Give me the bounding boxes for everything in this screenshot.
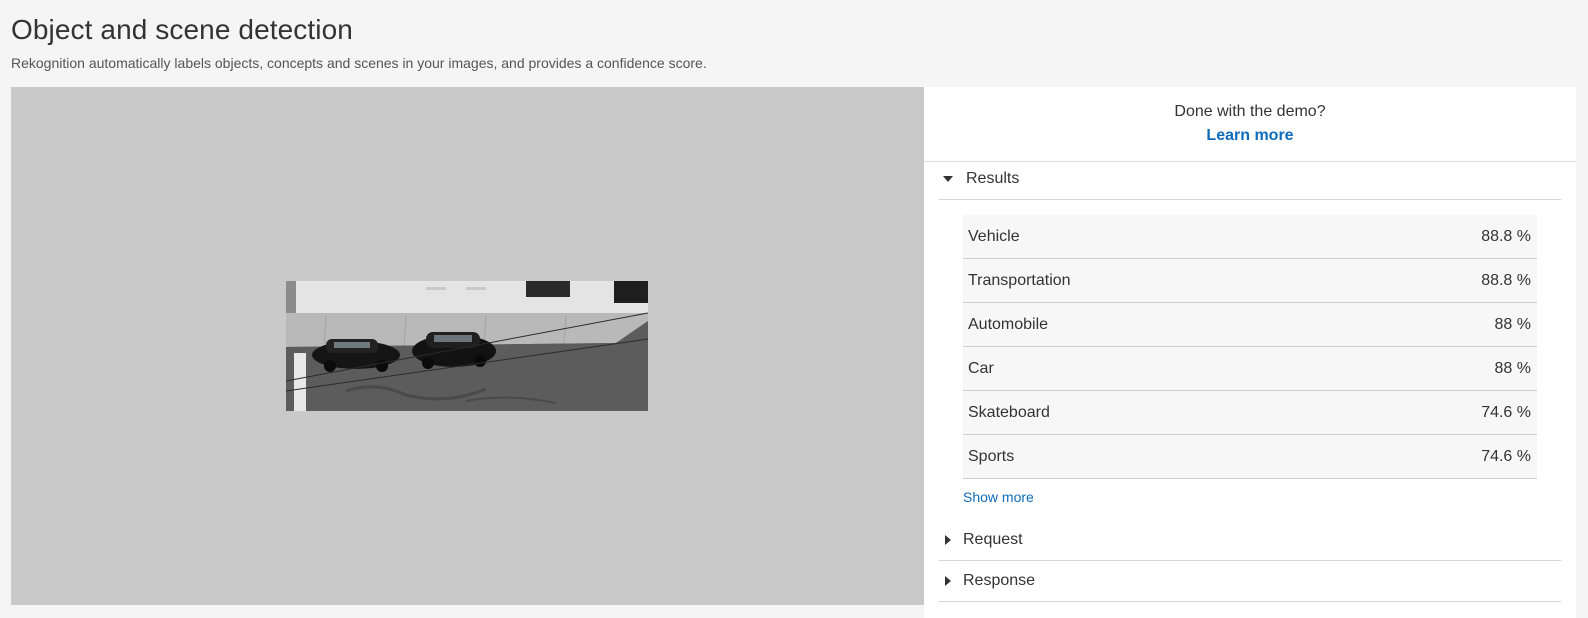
caret-down-icon xyxy=(943,176,953,182)
page-subtitle: Rekognition automatically labels objects… xyxy=(11,55,707,71)
page-title: Object and scene detection xyxy=(11,14,353,45)
caret-right-icon xyxy=(945,535,951,545)
done-with-demo-block: Done with the demo? Learn more xyxy=(924,87,1576,162)
result-row: Transportation 88.8 % xyxy=(963,259,1537,303)
results-section-label: Results xyxy=(966,170,1020,187)
result-row: Skateboard 74.6 % xyxy=(963,391,1537,435)
result-confidence: 74.6 % xyxy=(1481,403,1531,421)
result-row: Sports 74.6 % xyxy=(963,435,1537,479)
result-row: Car 88 % xyxy=(963,347,1537,391)
result-confidence: 88 % xyxy=(1494,359,1531,377)
learn-more-link[interactable]: Learn more xyxy=(1206,127,1293,145)
sample-image xyxy=(286,281,648,411)
results-section-toggle[interactable]: Results xyxy=(939,159,1561,200)
image-preview-panel xyxy=(11,87,924,605)
result-confidence: 74.6 % xyxy=(1481,447,1531,465)
result-row: Automobile 88 % xyxy=(963,303,1537,347)
result-label: Automobile xyxy=(968,315,1049,333)
request-section-label: Request xyxy=(963,531,1023,548)
result-confidence: 88.8 % xyxy=(1481,271,1531,289)
caret-right-icon xyxy=(945,576,951,586)
response-section-label: Response xyxy=(963,572,1036,589)
result-label: Vehicle xyxy=(968,227,1020,245)
results-list: Vehicle 88.8 % Transportation 88.8 % Aut… xyxy=(963,215,1537,479)
result-confidence: 88 % xyxy=(1494,315,1531,333)
show-more-link[interactable]: Show more xyxy=(963,489,1034,505)
done-with-demo-text: Done with the demo? xyxy=(1174,103,1326,120)
result-label: Car xyxy=(968,359,994,377)
result-row: Vehicle 88.8 % xyxy=(963,215,1537,259)
result-label: Sports xyxy=(968,447,1015,465)
response-section-toggle[interactable]: Response xyxy=(939,561,1561,602)
result-confidence: 88.8 % xyxy=(1481,227,1531,245)
result-label: Skateboard xyxy=(968,403,1050,421)
request-section-toggle[interactable]: Request xyxy=(939,520,1561,561)
result-label: Transportation xyxy=(968,271,1071,289)
results-side-panel: Done with the demo? Learn more Results V… xyxy=(924,87,1576,618)
